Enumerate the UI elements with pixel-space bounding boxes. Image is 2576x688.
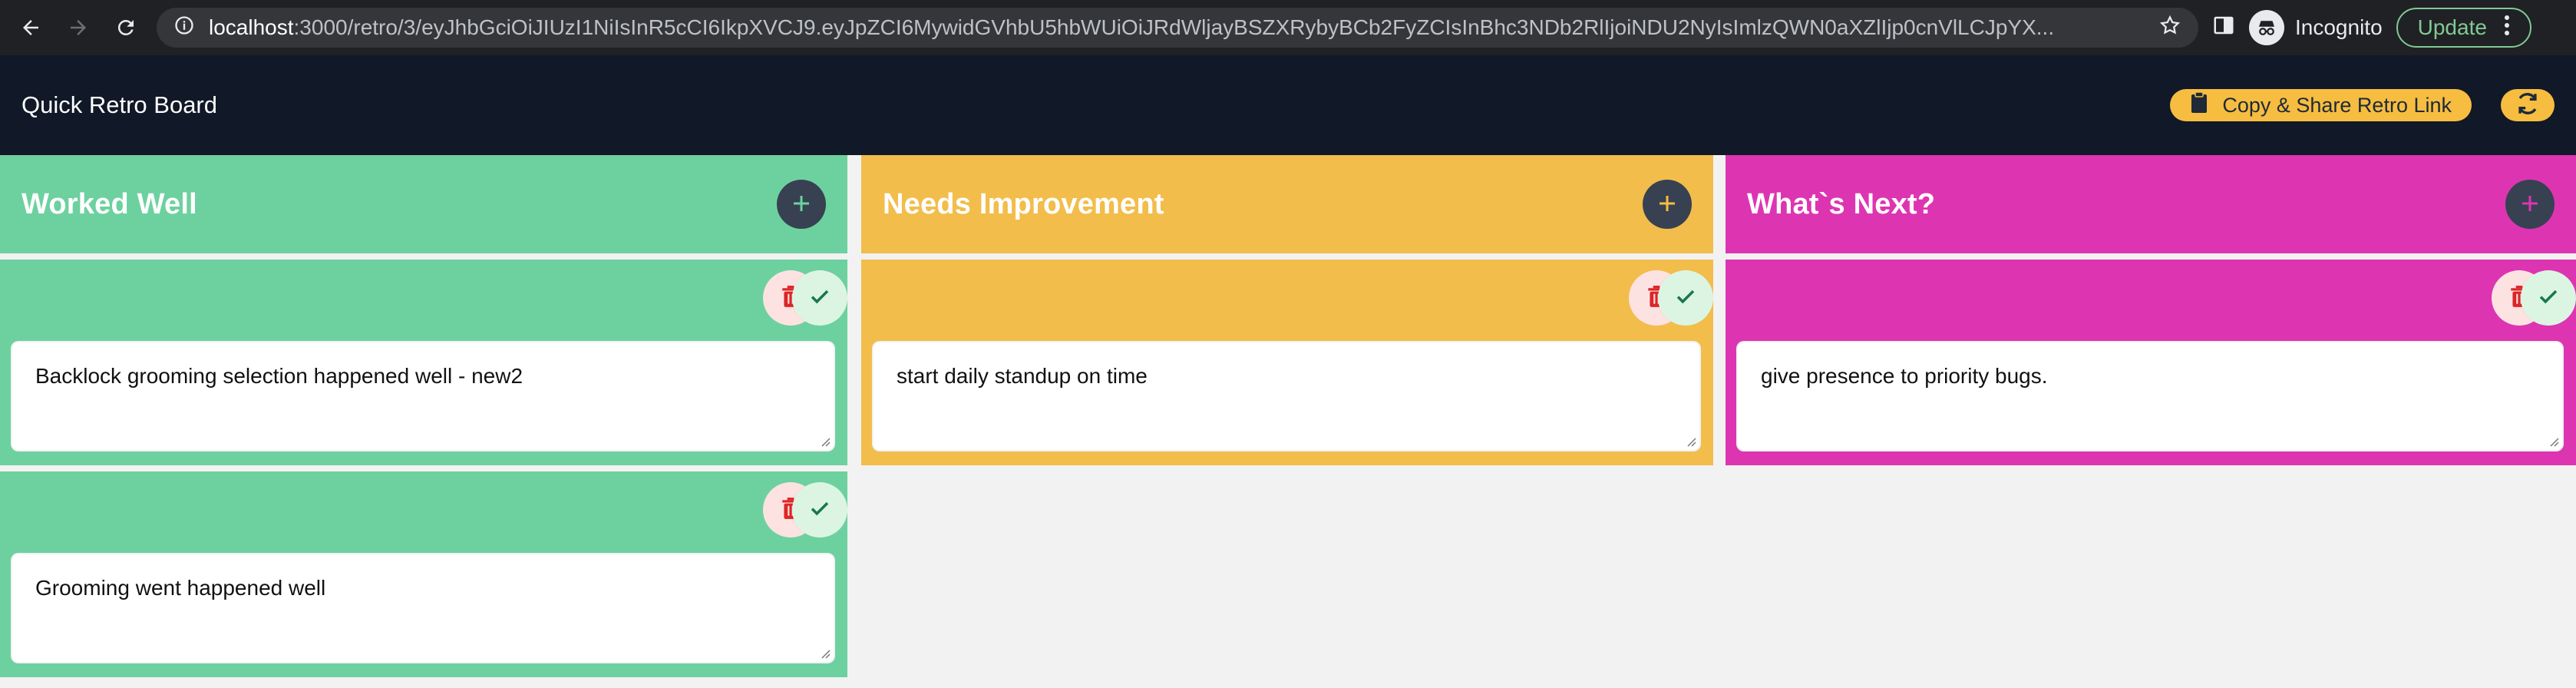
site-info-icon[interactable] bbox=[173, 15, 195, 41]
retro-card: give presence to priority bugs. bbox=[1726, 260, 2576, 465]
plus-icon bbox=[2518, 187, 2541, 221]
check-icon bbox=[2537, 285, 2560, 312]
refresh-icon bbox=[2515, 91, 2541, 121]
incognito-icon bbox=[2249, 10, 2284, 45]
column-header: Worked Well bbox=[0, 155, 847, 253]
add-card-button[interactable] bbox=[777, 180, 826, 229]
url-path: :3000/retro/3/eyJhbGciOiJIUzI1NiIsInR5cC… bbox=[293, 15, 2055, 39]
card-textarea[interactable]: start daily standup on time bbox=[872, 341, 1701, 452]
mark-done-button[interactable] bbox=[792, 270, 847, 326]
column-title: Worked Well bbox=[21, 187, 197, 220]
retro-card: start daily standup on time bbox=[861, 260, 1713, 465]
reload-icon[interactable] bbox=[109, 11, 143, 45]
card-textarea[interactable]: Backlock grooming selection happened wel… bbox=[11, 341, 835, 452]
url-host: localhost bbox=[209, 15, 294, 39]
resize-handle-icon[interactable] bbox=[1683, 433, 1696, 447]
check-icon bbox=[808, 497, 831, 524]
mark-done-button[interactable] bbox=[792, 482, 847, 538]
card-text: give presence to priority bugs. bbox=[1761, 364, 2048, 388]
column-title: What`s Next? bbox=[1747, 187, 1936, 220]
kebab-menu-icon bbox=[2504, 14, 2510, 42]
refresh-button[interactable] bbox=[2501, 89, 2555, 121]
copy-share-link-label: Copy & Share Retro Link bbox=[2222, 93, 2452, 117]
check-icon bbox=[1674, 285, 1697, 312]
mark-done-button[interactable] bbox=[2521, 270, 2576, 326]
arrow-left-icon[interactable] bbox=[14, 11, 48, 45]
mark-done-button[interactable] bbox=[1658, 270, 1713, 326]
clipboard-icon bbox=[2190, 91, 2208, 120]
retro-card: Backlock grooming selection happened wel… bbox=[0, 260, 847, 465]
card-text: Backlock grooming selection happened wel… bbox=[35, 364, 523, 388]
column-header: What`s Next? bbox=[1726, 155, 2576, 253]
retro-board: Worked Well Backlock grooming selection … bbox=[0, 155, 2576, 688]
add-card-button[interactable] bbox=[2505, 180, 2555, 229]
star-icon[interactable] bbox=[2158, 14, 2181, 42]
card-text: Grooming went happened well bbox=[35, 576, 326, 600]
check-icon bbox=[808, 285, 831, 312]
card-textarea[interactable]: Grooming went happened well bbox=[11, 553, 835, 663]
copy-share-link-button[interactable]: Copy & Share Retro Link bbox=[2170, 89, 2472, 121]
update-label: Update bbox=[2417, 15, 2487, 39]
plus-icon bbox=[790, 187, 813, 221]
browser-toolbar: localhost:3000/retro/3/eyJhbGciOiJIUzI1N… bbox=[0, 0, 2576, 55]
column-header: Needs Improvement bbox=[861, 155, 1713, 253]
resize-handle-icon[interactable] bbox=[817, 433, 831, 447]
resize-handle-icon[interactable] bbox=[817, 645, 831, 659]
profile-label: Incognito bbox=[2295, 15, 2383, 39]
url-text[interactable]: localhost:3000/retro/3/eyJhbGciOiJIUzI1N… bbox=[209, 15, 2145, 40]
arrow-right-icon[interactable] bbox=[61, 11, 95, 45]
profile-button[interactable]: Incognito bbox=[2249, 10, 2383, 45]
address-bar[interactable]: localhost:3000/retro/3/eyJhbGciOiJIUzI1N… bbox=[157, 8, 2198, 48]
resize-handle-icon[interactable] bbox=[2545, 433, 2559, 447]
app-title: Quick Retro Board bbox=[21, 91, 217, 118]
card-text: start daily standup on time bbox=[897, 364, 1148, 388]
app-header: Quick Retro Board Copy & Share Retro Lin… bbox=[0, 55, 2576, 155]
retro-card: Grooming went happened well bbox=[0, 471, 847, 677]
column-title: Needs Improvement bbox=[883, 187, 1164, 220]
side-panel-icon[interactable] bbox=[2212, 14, 2235, 42]
add-card-button[interactable] bbox=[1643, 180, 1692, 229]
plus-icon bbox=[1656, 187, 1679, 221]
update-button[interactable]: Update bbox=[2396, 8, 2531, 48]
card-textarea[interactable]: give presence to priority bugs. bbox=[1736, 341, 2564, 452]
